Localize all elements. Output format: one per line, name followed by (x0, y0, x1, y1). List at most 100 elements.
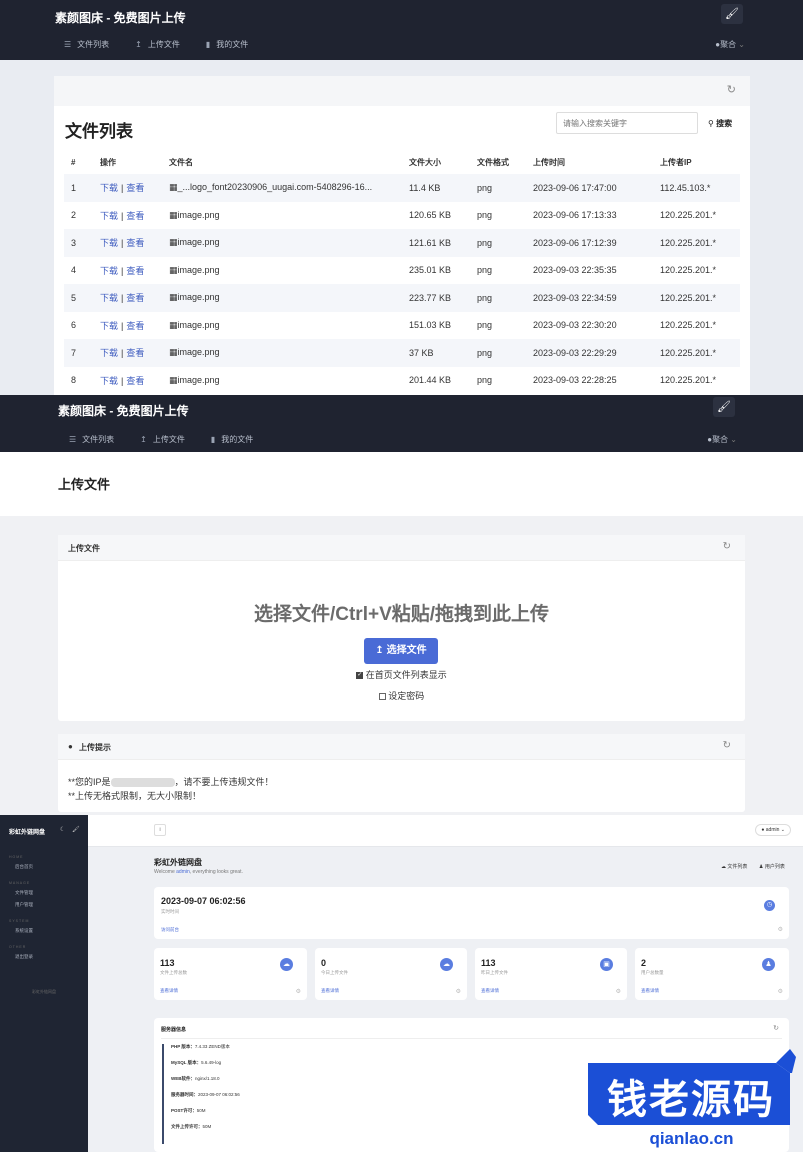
upload-drop-zone[interactable]: 选择文件/Ctrl+V粘贴/拖拽到此上传 ↥ 选择文件 ✓ 在首页文件列表显示 … (58, 561, 745, 721)
top-navbar: 素颜图床 - 免费图片上传 🖌 ☰ 文件列表 ↥ 上传文件 ▮ 我的文件 ●聚合 ⌄ (0, 0, 803, 60)
row-time: 2023-09-06 17:13:33 (533, 210, 617, 221)
row-size: 235.01 KB (409, 265, 452, 276)
view-link[interactable]: 查看 (126, 211, 144, 221)
col-header-actions: 操作 (100, 157, 116, 167)
nav-item-my-files-2[interactable]: ▮ 我的文件 (211, 434, 253, 445)
upload-card-title: 上传文件 (68, 544, 100, 553)
search-input[interactable] (556, 112, 698, 134)
visit-frontend-link[interactable]: 访问前台 (161, 927, 179, 933)
file-list-card: 文件列表 ⚲ 搜索 # 操作 文件名 文件大小 文件格式 上传时间 上传者IP … (54, 106, 750, 395)
sidebar-item[interactable]: 系统设置 (15, 928, 33, 934)
sidebar-section-label: OTHER (9, 945, 27, 949)
upload-icon: ↥ (375, 645, 384, 656)
view-link[interactable]: 查看 (126, 238, 144, 248)
row-index: 2 (71, 210, 77, 221)
row-actions: 下载 | 查看 (100, 284, 169, 312)
download-link[interactable]: 下载 (100, 293, 118, 303)
theme-brush-icon-2[interactable]: 🖌 (713, 397, 735, 417)
stat-value: 113 (160, 958, 175, 968)
refresh-icon[interactable]: ↻ (727, 83, 736, 96)
sidebar-item[interactable]: 文件管理 (15, 890, 33, 896)
server-info-row: WEB软件：nginx/1.18.0 (171, 1076, 220, 1081)
search-button[interactable]: ⚲ 搜索 (708, 118, 732, 129)
choose-file-button[interactable]: ↥ 选择文件 (364, 638, 438, 664)
download-link[interactable]: 下载 (100, 321, 118, 331)
stat-details-link[interactable]: 查看详情 (321, 988, 339, 994)
download-link[interactable]: 下载 (100, 211, 118, 221)
refresh-icon[interactable]: ↻ (773, 1024, 779, 1032)
col-header-format: 文件格式 (477, 157, 509, 167)
download-link[interactable]: 下载 (100, 266, 118, 276)
view-link[interactable]: 查看 (126, 293, 144, 303)
row-size: 37 KB (409, 339, 477, 367)
drop-zone-text: 选择文件/Ctrl+V粘贴/拖拽到此上传 (253, 604, 550, 625)
row-time: 2023-09-06 17:12:39 (533, 229, 660, 257)
row-format: png (477, 210, 493, 221)
page-title: 文件列表 (65, 122, 133, 141)
user-menu-2[interactable]: ●聚合 ⌄ (707, 434, 737, 445)
row-filename: ▦image.png (169, 229, 409, 257)
stat-details-link[interactable]: 查看详情 (481, 988, 499, 994)
admin-user-menu[interactable]: ● admin ⌄ (755, 824, 791, 836)
quick-link-files[interactable]: ☁ 文件列表 (721, 863, 747, 870)
table-row: 6 下载 | 查看 ▦image.png 151.03 KB png 2023-09-03 2… (64, 312, 740, 340)
datetime-value: 2023-09-07 06:02:56 (161, 896, 246, 906)
nav-item-upload-2[interactable]: ↥ 上传文件 (140, 434, 185, 445)
user-menu[interactable]: ●聚合 ⌄ (715, 39, 745, 50)
search-icon: ⚲ (708, 119, 714, 128)
download-link[interactable]: 下载 (100, 238, 118, 248)
set-password-checkbox[interactable] (378, 693, 386, 701)
view-link[interactable]: 查看 (126, 266, 144, 276)
view-link[interactable]: 查看 (126, 183, 144, 193)
row-actions: 下载 | 查看 (100, 375, 145, 386)
refresh-icon[interactable]: ↻ (723, 541, 731, 552)
show-on-home-checkbox[interactable]: ✓ (356, 672, 364, 680)
row-format: png (477, 339, 533, 367)
stat-details-link[interactable]: 查看详情 (641, 988, 659, 994)
view-link[interactable]: 查看 (126, 348, 144, 358)
nav-item-my-files[interactable]: ▮ 我的文件 (206, 39, 248, 50)
refresh-icon[interactable]: ↻ (723, 740, 731, 751)
clock-icon: ◷ (764, 900, 775, 911)
nav-item-upload[interactable]: ↥ 上传文件 (135, 39, 180, 50)
view-link[interactable]: 查看 (126, 376, 144, 386)
view-link[interactable]: 查看 (126, 321, 144, 331)
download-link[interactable]: 下载 (100, 183, 118, 193)
theme-brush-icon[interactable]: 🖌 (721, 4, 743, 24)
image-icon: ▦ (169, 347, 178, 358)
row-format: png (477, 284, 533, 312)
admin-brand[interactable]: 彩虹外链网盘 (9, 827, 45, 836)
row-index: 3 (64, 229, 100, 257)
row-index: 6 (71, 320, 77, 331)
set-password-option: 设定密码 (58, 689, 745, 702)
site-brand-2[interactable]: 素颜图床 - 免费图片上传 (58, 402, 189, 419)
menu-toggle-icon[interactable]: i (154, 824, 166, 836)
sidebar-item[interactable]: 后台首页 (15, 864, 33, 870)
sidebar-item[interactable]: 用户管理 (15, 902, 33, 908)
row-ip: 120.225.201.* (660, 229, 740, 257)
nav-item-file-list[interactable]: ☰ 文件列表 (64, 39, 109, 50)
upload-icon: ↥ (140, 435, 147, 444)
show-on-home-option: ✓ 在首页文件列表显示 (356, 670, 447, 680)
nav-item-file-list-2[interactable]: ☰ 文件列表 (69, 434, 114, 445)
table-row: 4 下载 | 查看 ▦image.png 235.01 KB png 2023-09-03 2… (64, 257, 740, 285)
row-actions: 下载 | 查看 (100, 339, 169, 367)
site-brand[interactable]: 素颜图床 - 免费图片上传 (55, 9, 186, 26)
row-time: 2023-09-03 22:35:35 (533, 265, 617, 276)
stat-details-link[interactable]: 查看详情 (160, 988, 178, 994)
row-filename: ▦image.png (169, 339, 409, 367)
stat-label: 昨日上传文件 (481, 970, 508, 975)
download-link[interactable]: 下载 (100, 376, 118, 386)
chevron-down-icon: ⌄ (730, 435, 737, 444)
sidebar-item[interactable]: 退出登录 (15, 954, 33, 960)
list-icon: ☰ (69, 435, 77, 444)
brush-icon[interactable]: 🖌 (72, 826, 80, 833)
moon-icon[interactable]: ☾ (60, 826, 65, 833)
row-size: 120.65 KB (409, 210, 452, 221)
download-link[interactable]: 下载 (100, 348, 118, 358)
quick-link-users[interactable]: ♟ 用户列表 (759, 863, 785, 870)
page-header: 上传文件 (0, 452, 803, 516)
admin-sidebar: 彩虹外链网盘 ☾ 🖌 HOME 后台首页 MANAGE 文件管理 用户管理 SYSTEM 系… (0, 815, 88, 1152)
image-icon: ▦ (169, 292, 178, 303)
row-size: 151.03 KB (409, 320, 452, 331)
